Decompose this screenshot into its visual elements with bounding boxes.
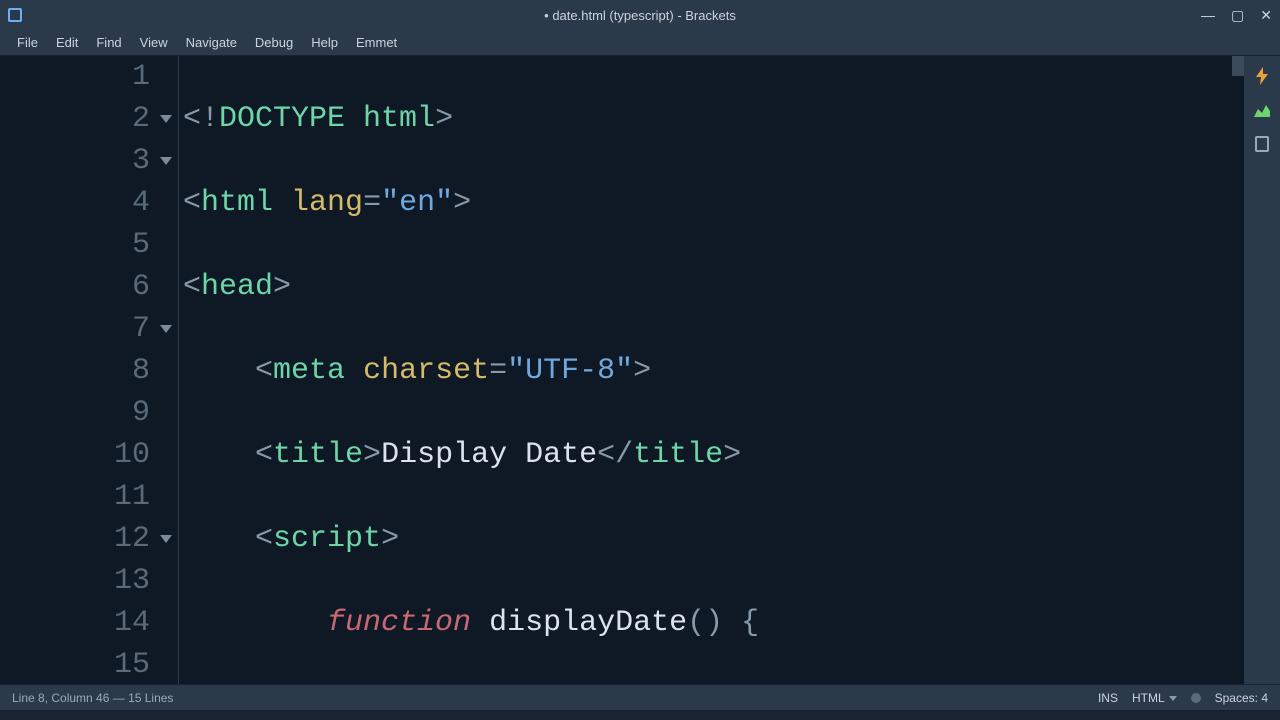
extension-icon[interactable]: [1252, 100, 1272, 120]
code-line: <html lang="en">: [183, 182, 1244, 224]
main-editor[interactable]: 123456789101112131415 <!DOCTYPE html> <h…: [0, 56, 1244, 684]
titlebar: • date.html (typescript) - Brackets — ▢ …: [0, 0, 1280, 30]
right-rail: [1244, 56, 1280, 684]
fold-marker-icon[interactable]: [160, 157, 172, 165]
line-number[interactable]: 10: [0, 434, 150, 476]
gutter: 123456789101112131415: [0, 56, 178, 684]
line-number[interactable]: 5: [0, 224, 150, 266]
code-line: <head>: [183, 266, 1244, 308]
menu-debug[interactable]: Debug: [246, 32, 302, 53]
panel-icon[interactable]: [1252, 134, 1272, 154]
insert-mode[interactable]: INS: [1098, 691, 1118, 705]
menu-find[interactable]: Find: [87, 32, 130, 53]
fold-marker-icon[interactable]: [160, 325, 172, 333]
menu-file[interactable]: File: [8, 32, 47, 53]
menu-navigate[interactable]: Navigate: [177, 32, 246, 53]
fold-marker-icon[interactable]: [160, 535, 172, 543]
cursor-position[interactable]: Line 8, Column 46 — 15 Lines: [12, 691, 1098, 705]
menu-view[interactable]: View: [131, 32, 177, 53]
lint-status-icon[interactable]: [1191, 693, 1201, 703]
menubar: File Edit Find View Navigate Debug Help …: [0, 30, 1280, 56]
maximize-button[interactable]: ▢: [1231, 7, 1244, 24]
editor-area: 123456789101112131415 <!DOCTYPE html> <h…: [0, 56, 1280, 684]
window-title: • date.html (typescript) - Brackets: [544, 8, 736, 23]
fold-marker-icon[interactable]: [160, 115, 172, 123]
code-line: <title>Display Date</title>: [183, 434, 1244, 476]
statusbar: Line 8, Column 46 — 15 Lines INS HTML Sp…: [0, 684, 1280, 710]
app-icon: [8, 8, 22, 22]
line-number[interactable]: 2: [0, 98, 150, 140]
indent-mode[interactable]: Spaces: 4: [1215, 691, 1268, 705]
code-line: <script>: [183, 518, 1244, 560]
live-preview-icon[interactable]: [1252, 66, 1272, 86]
line-number[interactable]: 15: [0, 644, 150, 684]
language-mode[interactable]: HTML: [1132, 691, 1177, 705]
scrollbar-thumb[interactable]: [1232, 56, 1244, 76]
chevron-down-icon: [1169, 696, 1177, 701]
close-button[interactable]: ✕: [1260, 7, 1272, 24]
code-line: <meta charset="UTF-8">: [183, 350, 1244, 392]
code-line: function displayDate() {: [183, 602, 1244, 644]
line-number[interactable]: 3: [0, 140, 150, 182]
window-controls: — ▢ ✕: [1201, 7, 1272, 24]
line-number[interactable]: 13: [0, 560, 150, 602]
line-number[interactable]: 9: [0, 392, 150, 434]
line-number[interactable]: 7: [0, 308, 150, 350]
menu-help[interactable]: Help: [302, 32, 347, 53]
line-number[interactable]: 8: [0, 350, 150, 392]
code-area[interactable]: <!DOCTYPE html> <html lang="en"> <head> …: [178, 56, 1244, 684]
code-line: <!DOCTYPE html>: [183, 98, 1244, 140]
line-number[interactable]: 11: [0, 476, 150, 518]
line-number[interactable]: 6: [0, 266, 150, 308]
line-number[interactable]: 14: [0, 602, 150, 644]
line-number[interactable]: 1: [0, 56, 150, 98]
menu-edit[interactable]: Edit: [47, 32, 87, 53]
menu-emmet[interactable]: Emmet: [347, 32, 406, 53]
line-number[interactable]: 4: [0, 182, 150, 224]
line-number[interactable]: 12: [0, 518, 150, 560]
minimize-button[interactable]: —: [1201, 7, 1215, 24]
